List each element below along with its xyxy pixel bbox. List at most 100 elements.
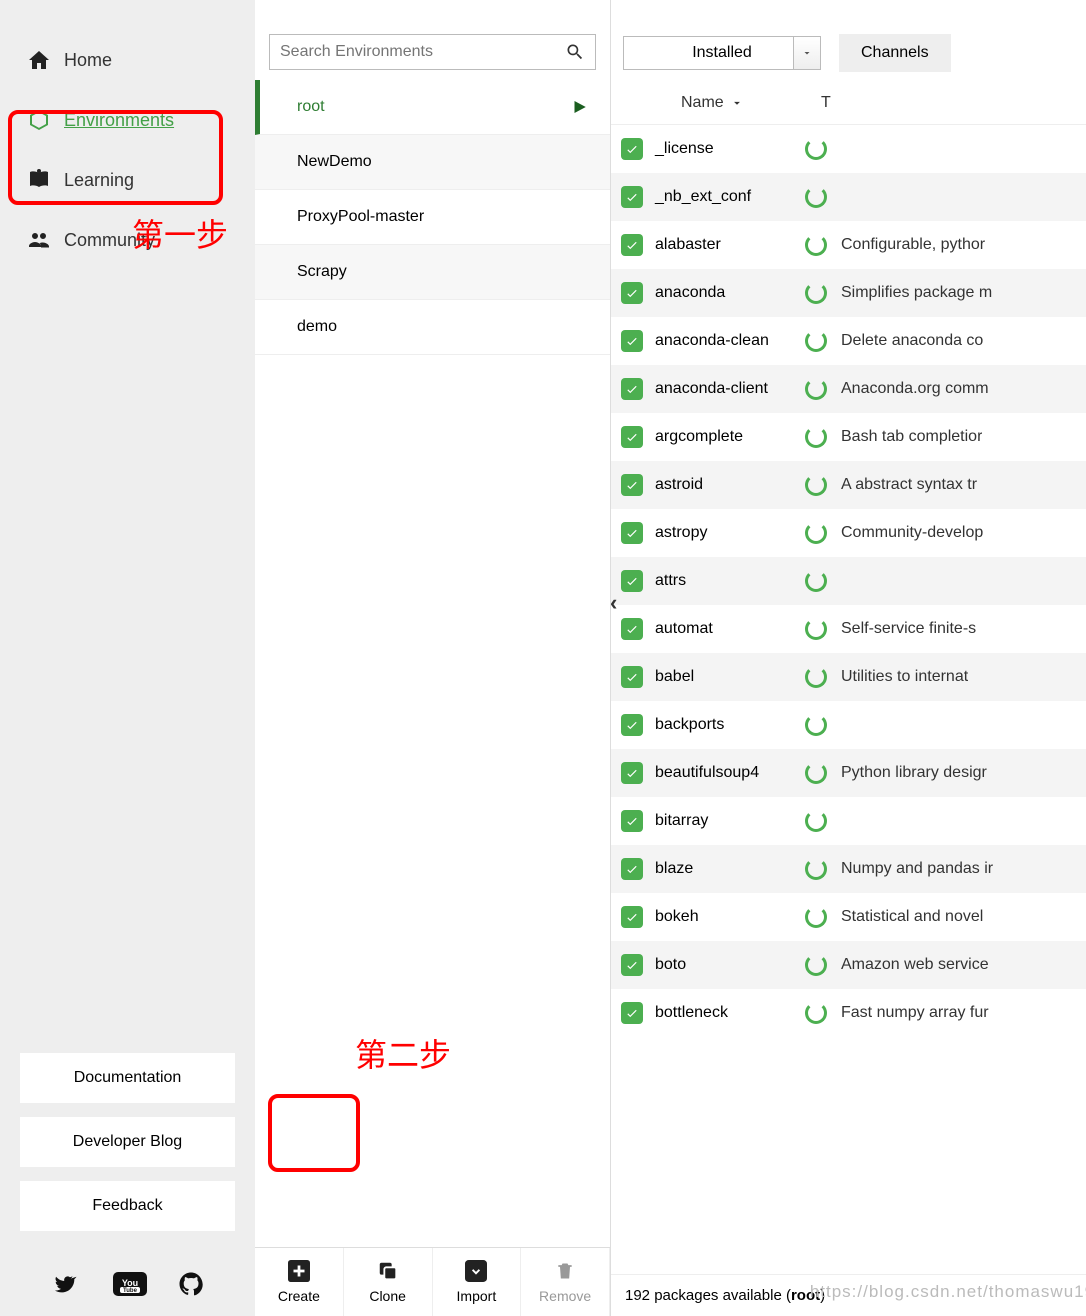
documentation-button[interactable]: Documentation xyxy=(20,1053,235,1103)
package-row[interactable]: astropyCommunity-develop xyxy=(611,509,1086,557)
checkbox-checked-icon[interactable] xyxy=(621,378,643,400)
checkbox-checked-icon[interactable] xyxy=(621,282,643,304)
filter-select[interactable]: Installed xyxy=(623,36,821,70)
package-row[interactable]: _license xyxy=(611,125,1086,173)
package-description: Statistical and novel xyxy=(841,908,983,926)
package-row[interactable]: anaconda Simplifies package m xyxy=(611,269,1086,317)
package-row[interactable]: argcompleteBash tab completior xyxy=(611,413,1086,461)
environment-row[interactable]: Scrapy xyxy=(255,245,610,300)
checkbox-checked-icon[interactable] xyxy=(621,666,643,688)
sidebar-item-home[interactable]: Home xyxy=(0,30,255,90)
package-list[interactable]: _license _nb_ext_confalabasterConfigurabl… xyxy=(611,125,1086,1274)
checkbox-checked-icon[interactable] xyxy=(621,186,643,208)
package-name: backports xyxy=(655,716,805,734)
sidebar-nav: Home Environments Learning Community xyxy=(0,0,255,1053)
checkbox-checked-icon[interactable] xyxy=(621,426,643,448)
package-row[interactable]: anaconda-clientAnaconda.org comm xyxy=(611,365,1086,413)
package-row[interactable]: blazeNumpy and pandas ir xyxy=(611,845,1086,893)
loading-icon xyxy=(805,330,827,352)
environments-panel: root NewDemo ProxyPool-master Scrapy dem… xyxy=(255,0,610,1316)
packages-header: Name T xyxy=(611,82,1086,125)
checkbox-checked-icon[interactable] xyxy=(621,714,643,736)
clone-button[interactable]: Clone xyxy=(344,1248,433,1316)
checkbox-checked-icon[interactable] xyxy=(621,474,643,496)
package-row[interactable]: bottleneckFast numpy array fur xyxy=(611,989,1086,1037)
developer-blog-button[interactable]: Developer Blog xyxy=(20,1117,235,1167)
loading-icon xyxy=(805,810,827,832)
package-name: boto xyxy=(655,956,805,974)
checkbox-checked-icon[interactable] xyxy=(621,522,643,544)
package-name: automat xyxy=(655,620,805,638)
package-name: beautifulsoup4 xyxy=(655,764,805,782)
loading-icon xyxy=(805,426,827,448)
package-row[interactable]: bitarray xyxy=(611,797,1086,845)
environment-row[interactable]: NewDemo xyxy=(255,135,610,190)
package-description: Community-develop xyxy=(841,524,983,542)
sidebar-item-learning[interactable]: Learning xyxy=(0,150,255,210)
loading-icon xyxy=(805,570,827,592)
cube-icon xyxy=(24,108,54,132)
checkbox-checked-icon[interactable] xyxy=(621,954,643,976)
package-name: alabaster xyxy=(655,236,805,254)
package-row[interactable]: attrs xyxy=(611,557,1086,605)
social-row: YouTube xyxy=(0,1260,255,1316)
column-t[interactable]: T xyxy=(821,94,831,112)
search-input[interactable] xyxy=(280,43,565,61)
checkbox-checked-icon[interactable] xyxy=(621,1002,643,1024)
create-button[interactable]: Create xyxy=(255,1248,344,1316)
checkbox-checked-icon[interactable] xyxy=(621,570,643,592)
package-row[interactable]: bokeh Statistical and novel xyxy=(611,893,1086,941)
column-name[interactable]: Name xyxy=(681,94,724,112)
package-description: Bash tab completior xyxy=(841,428,982,446)
package-row[interactable]: beautifulsoup4 Python library desigr xyxy=(611,749,1086,797)
channels-button[interactable]: Channels xyxy=(839,34,951,72)
package-name: bokeh xyxy=(655,908,805,926)
people-icon xyxy=(24,228,54,252)
github-icon[interactable] xyxy=(178,1272,208,1296)
environment-row[interactable]: demo xyxy=(255,300,610,355)
checkbox-checked-icon[interactable] xyxy=(621,810,643,832)
package-row[interactable]: automat Self-service finite-s xyxy=(611,605,1086,653)
action-label: Create xyxy=(278,1288,320,1304)
package-name: anaconda xyxy=(655,284,805,302)
package-row[interactable]: babelUtilities to internat xyxy=(611,653,1086,701)
import-button[interactable]: Import xyxy=(433,1248,522,1316)
search-environments[interactable] xyxy=(269,34,596,70)
twitter-icon[interactable] xyxy=(48,1272,78,1296)
checkbox-checked-icon[interactable] xyxy=(621,234,643,256)
youtube-icon[interactable]: YouTube xyxy=(113,1272,143,1296)
package-row[interactable]: _nb_ext_conf xyxy=(611,173,1086,221)
checkbox-checked-icon[interactable] xyxy=(621,762,643,784)
checkbox-checked-icon[interactable] xyxy=(621,330,643,352)
package-row[interactable]: anaconda-cleanDelete anaconda co xyxy=(611,317,1086,365)
package-row[interactable]: alabasterConfigurable, pythor xyxy=(611,221,1086,269)
checkbox-checked-icon[interactable] xyxy=(621,858,643,880)
checkbox-checked-icon[interactable] xyxy=(621,138,643,160)
svg-text:Tube: Tube xyxy=(123,1288,138,1294)
package-description: Self-service finite-s xyxy=(841,620,976,638)
play-icon[interactable] xyxy=(570,98,588,116)
package-description: Simplifies package m xyxy=(841,284,992,302)
checkbox-checked-icon[interactable] xyxy=(621,906,643,928)
package-row[interactable]: boto Amazon web service xyxy=(611,941,1086,989)
checkbox-checked-icon[interactable] xyxy=(621,618,643,640)
environment-name: root xyxy=(297,98,325,116)
watermark: https://blog.csdn.net/thomaswu1992 xyxy=(810,1282,1086,1302)
environment-actions: Create Clone Import Remove xyxy=(255,1247,610,1316)
package-description: Amazon web service xyxy=(841,956,989,974)
package-name: _license xyxy=(655,140,805,158)
environment-row[interactable]: root xyxy=(255,80,610,135)
sidebar-item-environments[interactable]: Environments xyxy=(0,90,255,150)
remove-button[interactable]: Remove xyxy=(521,1248,610,1316)
feedback-button[interactable]: Feedback xyxy=(20,1181,235,1231)
package-row[interactable]: backports xyxy=(611,701,1086,749)
environment-row[interactable]: ProxyPool-master xyxy=(255,190,610,245)
package-row[interactable]: astroidA abstract syntax tr xyxy=(611,461,1086,509)
loading-icon xyxy=(805,474,827,496)
packages-toolbar: Installed Channels xyxy=(611,0,1086,82)
package-description: Python library desigr xyxy=(841,764,987,782)
package-description: A abstract syntax tr xyxy=(841,476,977,494)
collapse-handle[interactable]: ‹ xyxy=(610,590,617,616)
chevron-down-icon xyxy=(801,47,813,59)
loading-icon xyxy=(805,714,827,736)
